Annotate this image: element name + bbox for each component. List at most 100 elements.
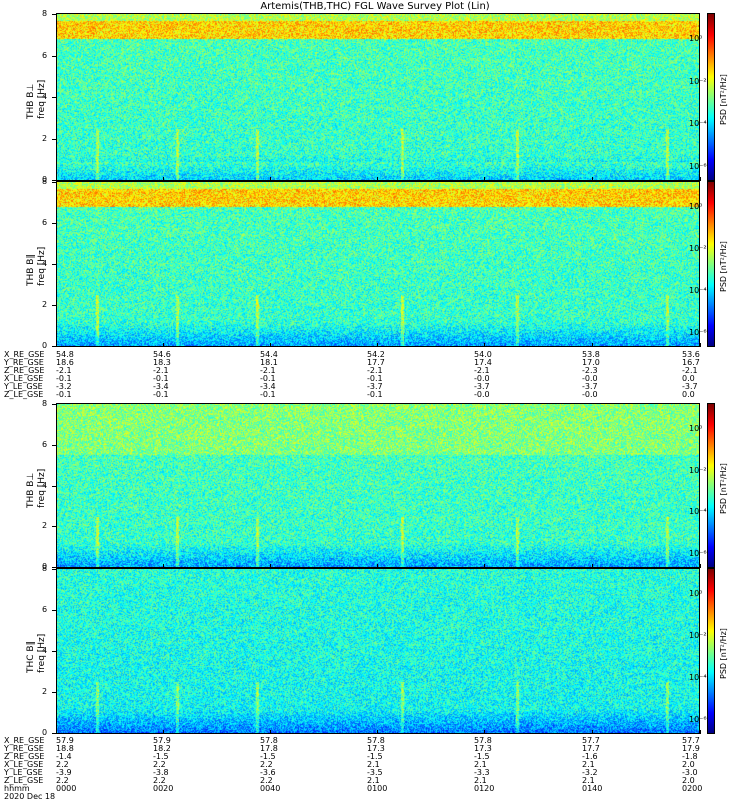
ephemeris-value: -0.1 [153, 390, 169, 399]
ephemeris-value: -0.0 [582, 390, 598, 399]
y-tick-mark [52, 305, 56, 306]
y-tick-label: 2 [42, 687, 48, 696]
y-tick-mark [52, 526, 56, 528]
y-tick-mark [52, 14, 56, 15]
y-tick-label: 8 [42, 564, 48, 573]
y-tick-mark [52, 138, 56, 140]
spectrogram-image [57, 14, 699, 180]
x-tick-mark [377, 730, 378, 734]
ephemeris-value: 0100 [367, 784, 388, 793]
y-tick-mark [52, 182, 56, 183]
x-tick-mark [484, 730, 485, 734]
y-tick-label: 2 [42, 133, 48, 143]
spectrogram-panel-4 [56, 568, 700, 734]
ephemeris-value: 0040 [260, 784, 281, 793]
colorbar-tick-label: 10⁰ [689, 202, 703, 211]
x-tick-mark [592, 343, 593, 347]
y-tick-label: 8 [42, 399, 48, 408]
colorbar [707, 568, 715, 734]
y-tick-mark [52, 651, 56, 652]
plot-title: Artemis(THB,THC) FGL Wave Survey Plot (L… [260, 1, 490, 12]
y-tick-label: 6 [42, 439, 48, 449]
colorbar [707, 13, 715, 181]
colorbar-axis-label: PSD [nT²/Hz] [719, 462, 728, 514]
panel-probe-label: THB B‖ [26, 254, 36, 286]
ephemeris-value: -0.1 [367, 390, 383, 399]
x-tick-mark [163, 343, 164, 347]
x-tick-mark [56, 730, 57, 734]
y-tick-label: 8 [42, 177, 48, 186]
colorbar-tick-label: 10⁻⁴ [689, 507, 707, 517]
colorbar-tick-label: 10⁻² [689, 465, 707, 475]
x-tick-mark [700, 177, 701, 181]
colorbar-axis-label: PSD [nT²/Hz] [719, 74, 728, 125]
ephemeris-value: -0.0 [474, 390, 490, 399]
colorbar-gradient [708, 14, 714, 180]
colorbar-tick-label: 10⁻⁶ [689, 162, 707, 171]
colorbar-tick-label: 10⁻⁴ [689, 119, 707, 129]
colorbar-gradient [708, 182, 714, 346]
colorbar-tick-label: 10⁻⁴ [689, 673, 707, 682]
panel-probe-label: THB B⊥ [26, 83, 36, 119]
x-tick-mark [270, 343, 271, 347]
y-tick-label: 6 [42, 605, 48, 614]
panel-probe-label: THB B⊥ [26, 472, 36, 508]
y-tick-mark [52, 264, 56, 265]
x-tick-mark [700, 730, 701, 734]
y-tick-label: 2 [42, 521, 48, 531]
x-tick-mark [700, 343, 701, 347]
x-tick-mark [270, 730, 271, 734]
ephemeris-value: 0020 [153, 784, 174, 793]
colorbar-axis-label: PSD [nT²/Hz] [719, 241, 728, 292]
colorbar-tick-label: 10⁰ [689, 34, 703, 43]
colorbar-tick-label: 10⁻² [689, 244, 707, 253]
y-tick-mark [52, 55, 56, 57]
y-tick-mark [52, 404, 56, 405]
y-tick-mark [52, 485, 56, 487]
colorbar [707, 403, 715, 568]
ephemeris-value: 0120 [474, 784, 495, 793]
y-tick-mark [52, 97, 56, 98]
y-tick-label: 8 [42, 9, 48, 18]
colorbar-tick-label: 10⁻⁶ [689, 328, 707, 337]
x-tick-mark [484, 343, 485, 347]
colorbar-tick-label: 10⁻⁶ [689, 715, 707, 724]
y-tick-label: 0 [42, 341, 48, 350]
ephemeris-value: 0200 [682, 784, 703, 793]
x-tick-mark [700, 564, 701, 568]
panel-axis-label: freq [Hz] [37, 79, 47, 119]
y-tick-mark [52, 610, 56, 611]
spectrogram-panel-3 [56, 403, 700, 568]
x-tick-mark [377, 343, 378, 347]
colorbar-axis-label: PSD [nT²/Hz] [719, 628, 728, 679]
y-tick-label: 2 [42, 300, 48, 309]
y-tick-label: 6 [42, 218, 48, 227]
spectrogram-image [57, 569, 699, 733]
x-tick-mark [592, 730, 593, 734]
colorbar [707, 181, 715, 347]
y-tick-mark [52, 444, 56, 446]
y-tick-mark [52, 223, 56, 224]
panel-axis-label: freq [Hz] [37, 633, 47, 673]
panel-probe-label: THC B‖ [26, 640, 36, 673]
ephemeris-value: 0140 [582, 784, 603, 793]
ephemeris-value: 0000 [56, 784, 77, 793]
colorbar-tick-label: 10⁻⁶ [689, 549, 707, 558]
colorbar-tick-label: 10⁻² [689, 76, 707, 86]
colorbar-gradient [708, 569, 714, 733]
spectrogram-panel-1 [56, 13, 700, 181]
ephemeris-value: -0.1 [56, 390, 72, 399]
spectrogram-panel-2 [56, 181, 700, 347]
ephemeris-value: -0.1 [260, 390, 276, 399]
ephemeris-row-name: Z_LE_GSE [4, 390, 44, 399]
colorbar-tick-label: 10⁰ [689, 424, 703, 433]
x-tick-mark [56, 343, 57, 347]
x-tick-mark [163, 730, 164, 734]
y-tick-mark [52, 569, 56, 570]
y-tick-label: 6 [42, 50, 48, 60]
y-tick-mark [52, 692, 56, 693]
panel-axis-label: freq [Hz] [37, 246, 47, 286]
spectrogram-image [57, 404, 699, 567]
colorbar-tick-label: 10⁻² [689, 631, 707, 640]
spectrogram-image [57, 182, 699, 346]
